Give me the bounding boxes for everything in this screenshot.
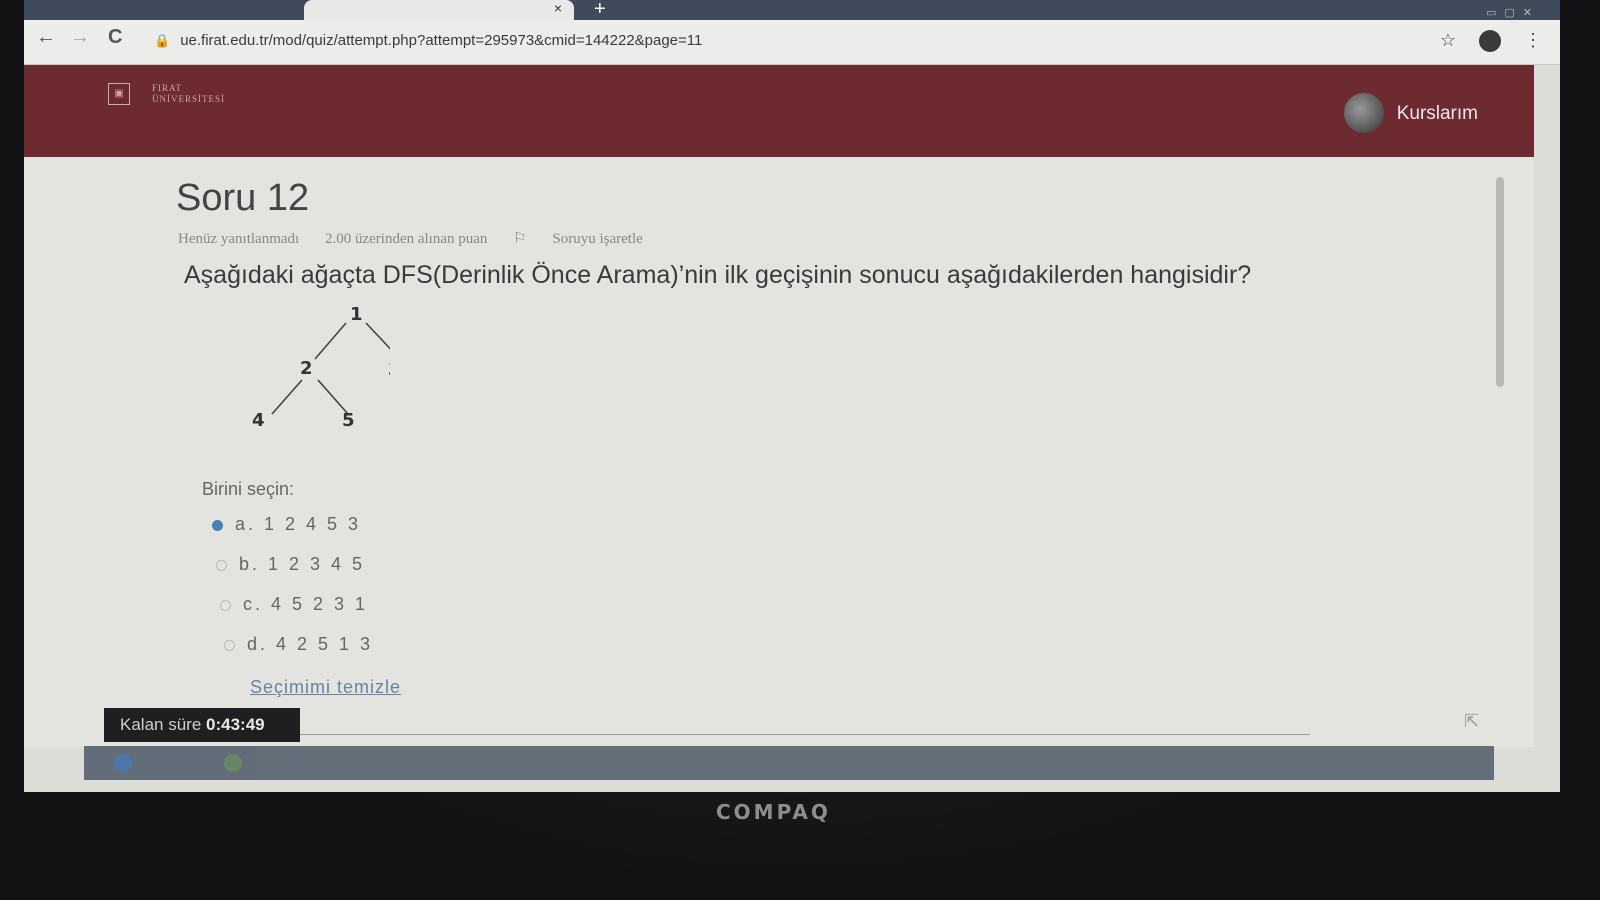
- chrome-icon[interactable]: [224, 754, 242, 772]
- mouse-cursor-icon: ⇱: [1464, 711, 1480, 731]
- tree-node-3: 3: [388, 359, 390, 380]
- os-taskbar: [84, 746, 1494, 780]
- window-controls[interactable]: ▭▢✕: [1486, 6, 1540, 19]
- option-d-label: d. 4 2 5 1 3: [247, 634, 374, 654]
- tree-node-2: 2: [300, 358, 313, 379]
- tree-diagram: 1 2 3 4 5: [252, 304, 390, 427]
- browser-menu-icon[interactable]: ⋮: [1524, 30, 1542, 50]
- tree-edge-1-3: [365, 322, 390, 350]
- radio-option-a[interactable]: [212, 519, 223, 531]
- divider: [300, 734, 1310, 735]
- screen: × + ▭▢✕ ← → C 🔒 ue.firat.edu.tr/mod/quiz/…: [24, 0, 1560, 792]
- option-c[interactable]: c. 4 5 2 3 1: [220, 594, 368, 615]
- question-points: 2.00 üzerinden alınan puan: [324, 231, 488, 247]
- option-b-label: b. 1 2 3 4 5: [239, 554, 366, 574]
- site-header: ▣ FIRAT ÜNİVERSİTESİ Kurslarım: [24, 65, 1534, 157]
- university-logo-icon[interactable]: ▣: [108, 83, 130, 105]
- quiz-content: Soru 12 Henüz yanıtlanmadı 2.00 üzerinde…: [24, 157, 1534, 747]
- option-d[interactable]: d. 4 2 5 1 3: [224, 634, 373, 655]
- url-text: ue.firat.edu.tr/mod/quiz/attempt.php?att…: [180, 32, 703, 49]
- my-courses-link[interactable]: Kurslarım: [1397, 103, 1478, 125]
- profile-avatar-icon[interactable]: [1478, 30, 1501, 53]
- time-remaining-value: 0:43:49: [206, 715, 265, 734]
- bookmark-star-icon[interactable]: ☆: [1440, 30, 1456, 50]
- radio-option-c[interactable]: [220, 599, 231, 611]
- tab-close-icon[interactable]: ×: [554, 0, 562, 16]
- tree-edge-1-2: [314, 322, 347, 360]
- tree-edge-2-4: [271, 379, 303, 415]
- radio-option-d[interactable]: [224, 639, 235, 651]
- option-a-label: a. 1 2 4 5 3: [235, 514, 362, 534]
- tree-node-5: 5: [342, 410, 355, 427]
- new-tab-icon[interactable]: +: [594, 0, 606, 21]
- question-info: Henüz yanıtlanmadı 2.00 üzerinden alınan…: [178, 229, 687, 248]
- radio-option-b[interactable]: [216, 559, 227, 571]
- tree-node-1: 1: [350, 304, 363, 325]
- time-remaining-label: Kalan süre: [120, 715, 202, 734]
- select-prompt: Birini seçin:: [202, 479, 295, 499]
- back-icon[interactable]: ←: [36, 26, 56, 49]
- tree-node-4: 4: [252, 410, 265, 427]
- time-remaining: Kalan süre 0:43:49: [104, 708, 300, 742]
- user-avatar[interactable]: [1344, 93, 1384, 133]
- question-status: Henüz yanıtlanmadı: [178, 231, 300, 247]
- question-text: Aşağıdaki ağaçta DFS(Derinlik Önce Arama…: [184, 261, 1252, 289]
- flag-question-link[interactable]: ⚐ Soruyu işaretle: [513, 231, 665, 247]
- scrollbar-thumb[interactable]: [1496, 177, 1504, 387]
- browser-tab[interactable]: ×: [304, 0, 574, 20]
- tree-edge-2-5: [317, 379, 349, 415]
- address-bar[interactable]: 🔒 ue.firat.edu.tr/mod/quiz/attempt.php?at…: [154, 26, 1384, 56]
- flag-question-label: Soruyu işaretle: [552, 231, 643, 247]
- option-b[interactable]: b. 1 2 3 4 5: [216, 554, 365, 575]
- device-brand-logo: COMPAQ: [716, 800, 831, 824]
- option-c-label: c. 4 5 2 3 1: [243, 594, 369, 614]
- forward-icon[interactable]: →: [70, 26, 90, 49]
- reload-icon[interactable]: C: [108, 26, 122, 49]
- lock-icon: 🔒: [154, 33, 171, 48]
- question-title: Soru 12: [176, 177, 310, 219]
- clear-choice-link[interactable]: Seçimimi temizle: [250, 677, 401, 698]
- university-logo-text: FIRAT ÜNİVERSİTESİ: [152, 83, 225, 104]
- tab-strip: × + ▭▢✕: [24, 0, 1560, 20]
- toolbar-actions: ☆ ⋮: [1422, 30, 1542, 53]
- flag-icon: ⚐: [513, 231, 531, 247]
- browser-toolbar: ← → C 🔒 ue.firat.edu.tr/mod/quiz/attempt.…: [24, 20, 1560, 65]
- start-icon[interactable]: [114, 754, 132, 772]
- option-a[interactable]: a. 1 2 4 5 3: [212, 514, 361, 535]
